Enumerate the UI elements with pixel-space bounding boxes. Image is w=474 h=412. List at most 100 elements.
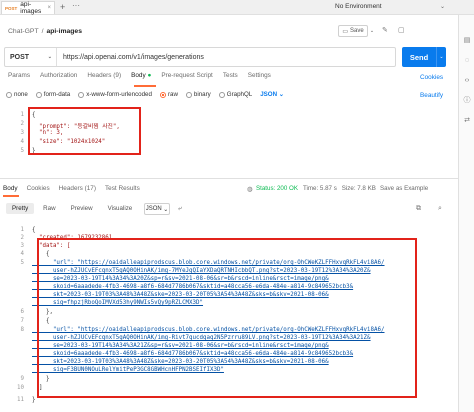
line-number: 2 [20, 235, 25, 241]
radio-none[interactable]: none [6, 91, 28, 98]
response-status: Status: 200 OK Time: 5.87 s Size: 7.8 KB [256, 185, 376, 192]
response-size[interactable]: Size: 7.8 KB [342, 185, 376, 192]
url-bar: POST ⌄ https://api.openai.com/v1/images/… [4, 47, 396, 67]
method-value: POST [10, 53, 30, 61]
save-icon: ▭ [342, 28, 348, 35]
line-number: 4 [20, 251, 25, 257]
wrap-lines-icon[interactable]: ⤶ [178, 205, 182, 213]
method-select[interactable]: POST ⌄ [5, 48, 57, 66]
close-icon[interactable]: × [47, 5, 51, 11]
save-button[interactable]: ▭ Save [338, 25, 368, 37]
view-pretty[interactable]: Pretty [6, 203, 35, 214]
view-raw[interactable]: Raw [37, 203, 61, 214]
radio-label: form-data [43, 91, 71, 98]
new-tab-plus-icon[interactable]: + [60, 2, 65, 12]
request-tab[interactable]: POST api-images × [1, 1, 55, 15]
active-tab-underline [3, 195, 19, 197]
tab-tests[interactable]: Tests [223, 72, 238, 84]
line-number: 1 [20, 227, 25, 233]
status-code[interactable]: Status: 200 OK [256, 185, 298, 192]
resp-tab-headers[interactable]: Headers (17) [59, 185, 96, 192]
documentation-icon[interactable]: ▤ [463, 37, 471, 45]
save-label: Save [349, 28, 364, 34]
breadcrumb-separator: / [41, 28, 44, 35]
chevron-down-icon[interactable]: ⌄ [440, 3, 445, 10]
copy-icon[interactable]: ⧉ [416, 205, 421, 213]
more-tabs-icon[interactable]: ··· [72, 1, 80, 10]
body-format-select[interactable]: JSON ⌄ [260, 91, 284, 98]
send-options-chevron-icon[interactable]: ⌄ [436, 47, 446, 67]
panel-divider[interactable] [0, 178, 458, 179]
body-indicator-dot: ● [147, 72, 152, 79]
radio-label: binary [193, 91, 211, 98]
tab-pre-request-script[interactable]: Pre-request Script [161, 72, 213, 84]
cookies-link[interactable]: Cookies [420, 74, 443, 81]
save-as-example-button[interactable]: Save as Example [380, 185, 428, 192]
radio-label: none [14, 91, 28, 98]
radio-label: GraphQL [226, 91, 253, 98]
radio-icon [6, 91, 12, 98]
globe-icon: ◍ [247, 186, 253, 193]
environment-selector[interactable]: No Environment [335, 3, 382, 10]
code-line: { [32, 227, 36, 233]
tab-label: api-images [20, 1, 42, 15]
line-number: 11 [17, 397, 24, 403]
line-number: 7 [20, 318, 25, 324]
info-icon[interactable]: ⓘ [463, 97, 471, 105]
response-time[interactable]: Time: 5.87 s [303, 185, 337, 192]
chevron-down-icon: ⌄ [47, 54, 52, 60]
code-icon[interactable]: ‹› [463, 77, 471, 85]
radio-binary[interactable]: binary [185, 91, 211, 98]
line-number: 5 [20, 260, 25, 266]
resp-tab-body[interactable]: Body [3, 185, 18, 192]
radio-graphql[interactable]: GraphQL [218, 91, 253, 98]
radio-form-data[interactable]: form-data [35, 91, 71, 98]
resp-tab-cookies[interactable]: Cookies [27, 185, 50, 192]
send-button[interactable]: Send [402, 47, 436, 67]
view-preview[interactable]: Preview [65, 203, 99, 214]
response-format-select[interactable]: JSON ⌄ [144, 203, 170, 215]
top-tab-bar: POST api-images × + ··· No Environment ⌄ [0, 0, 474, 15]
view-mode-tabs: Pretty Raw Preview Visualize [6, 203, 138, 214]
search-icon[interactable]: ⌕ [438, 205, 442, 213]
line-number: 3 [20, 243, 25, 249]
line-number: 9 [20, 376, 25, 382]
body-format-value: JSON [260, 91, 278, 98]
tab-body[interactable]: Body ● [131, 72, 151, 84]
radio-icon [78, 91, 85, 98]
code-line: } [32, 397, 36, 403]
radio-raw[interactable]: raw [159, 91, 178, 98]
line-number: 8 [20, 327, 25, 333]
line-number: 6 [20, 309, 25, 315]
response-tabs: Body Cookies Headers (17) Test Results [3, 185, 140, 192]
line-number: 2 [20, 121, 25, 127]
chevron-down-icon: ⌄ [278, 91, 285, 98]
breadcrumb-request[interactable]: api-images [46, 28, 82, 35]
response-format-value: JSON [145, 206, 162, 212]
radio-icon [185, 91, 192, 98]
beautify-link[interactable]: Beautify [420, 92, 443, 99]
url-input[interactable]: https://api.openai.com/v1/images/generat… [57, 54, 395, 61]
tab-headers[interactable]: Headers (9) [87, 72, 121, 84]
radio-icon [218, 91, 225, 98]
line-number: 10 [17, 385, 24, 391]
radio-urlencoded[interactable]: x-www-form-urlencoded [78, 91, 152, 98]
edit-icon[interactable]: ✎ [382, 26, 388, 34]
tab-settings[interactable]: Settings [248, 72, 271, 84]
comment-icon[interactable]: ▢ [398, 26, 405, 34]
request-tabs: Params Authorization Headers (9) Body ● … [8, 72, 271, 84]
breadcrumb-collection[interactable]: Chat-GPT [8, 28, 39, 35]
body-type-options: none form-data x-www-form-urlencoded raw… [6, 91, 284, 98]
tab-body-label: Body [131, 72, 146, 79]
radio-icon [35, 91, 42, 98]
comments-icon[interactable]: ◌ [463, 57, 471, 65]
view-visualize[interactable]: Visualize [102, 203, 139, 214]
related-icon[interactable]: ⇄ [463, 117, 471, 125]
radio-label: x-www-form-urlencoded [86, 91, 152, 98]
save-options-chevron-icon[interactable]: ⌄ [368, 25, 376, 37]
tab-params[interactable]: Params [8, 72, 30, 84]
tab-authorization[interactable]: Authorization [40, 72, 77, 84]
resp-tab-test-results[interactable]: Test Results [105, 185, 140, 192]
chevron-down-icon: ⌄ [163, 206, 169, 213]
active-tab-underline [134, 85, 156, 87]
